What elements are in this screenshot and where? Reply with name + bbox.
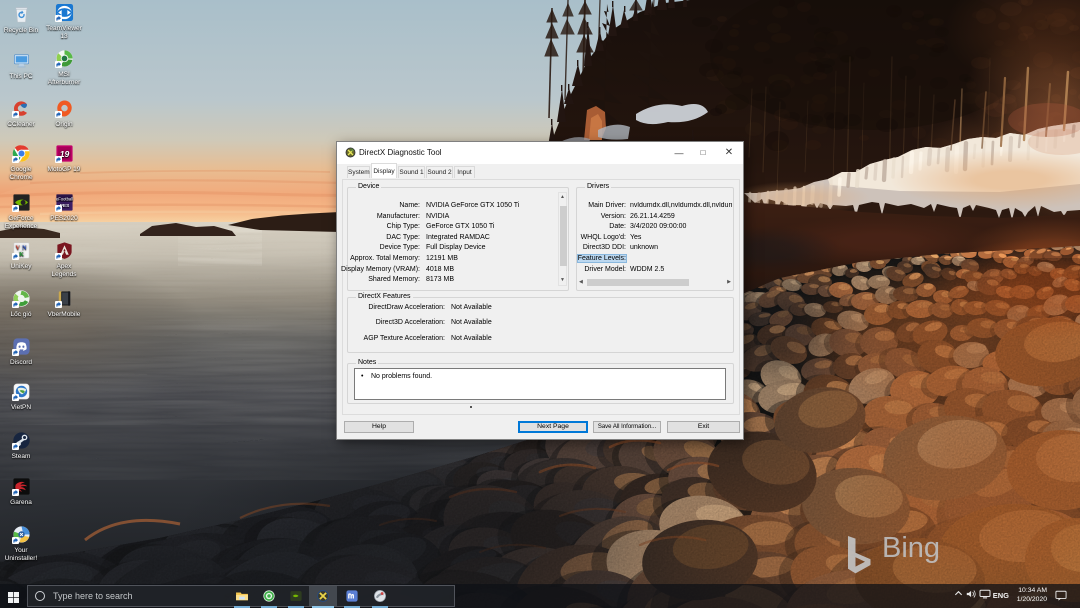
- svg-text:N: N: [22, 246, 27, 252]
- svg-text:K: K: [19, 252, 24, 258]
